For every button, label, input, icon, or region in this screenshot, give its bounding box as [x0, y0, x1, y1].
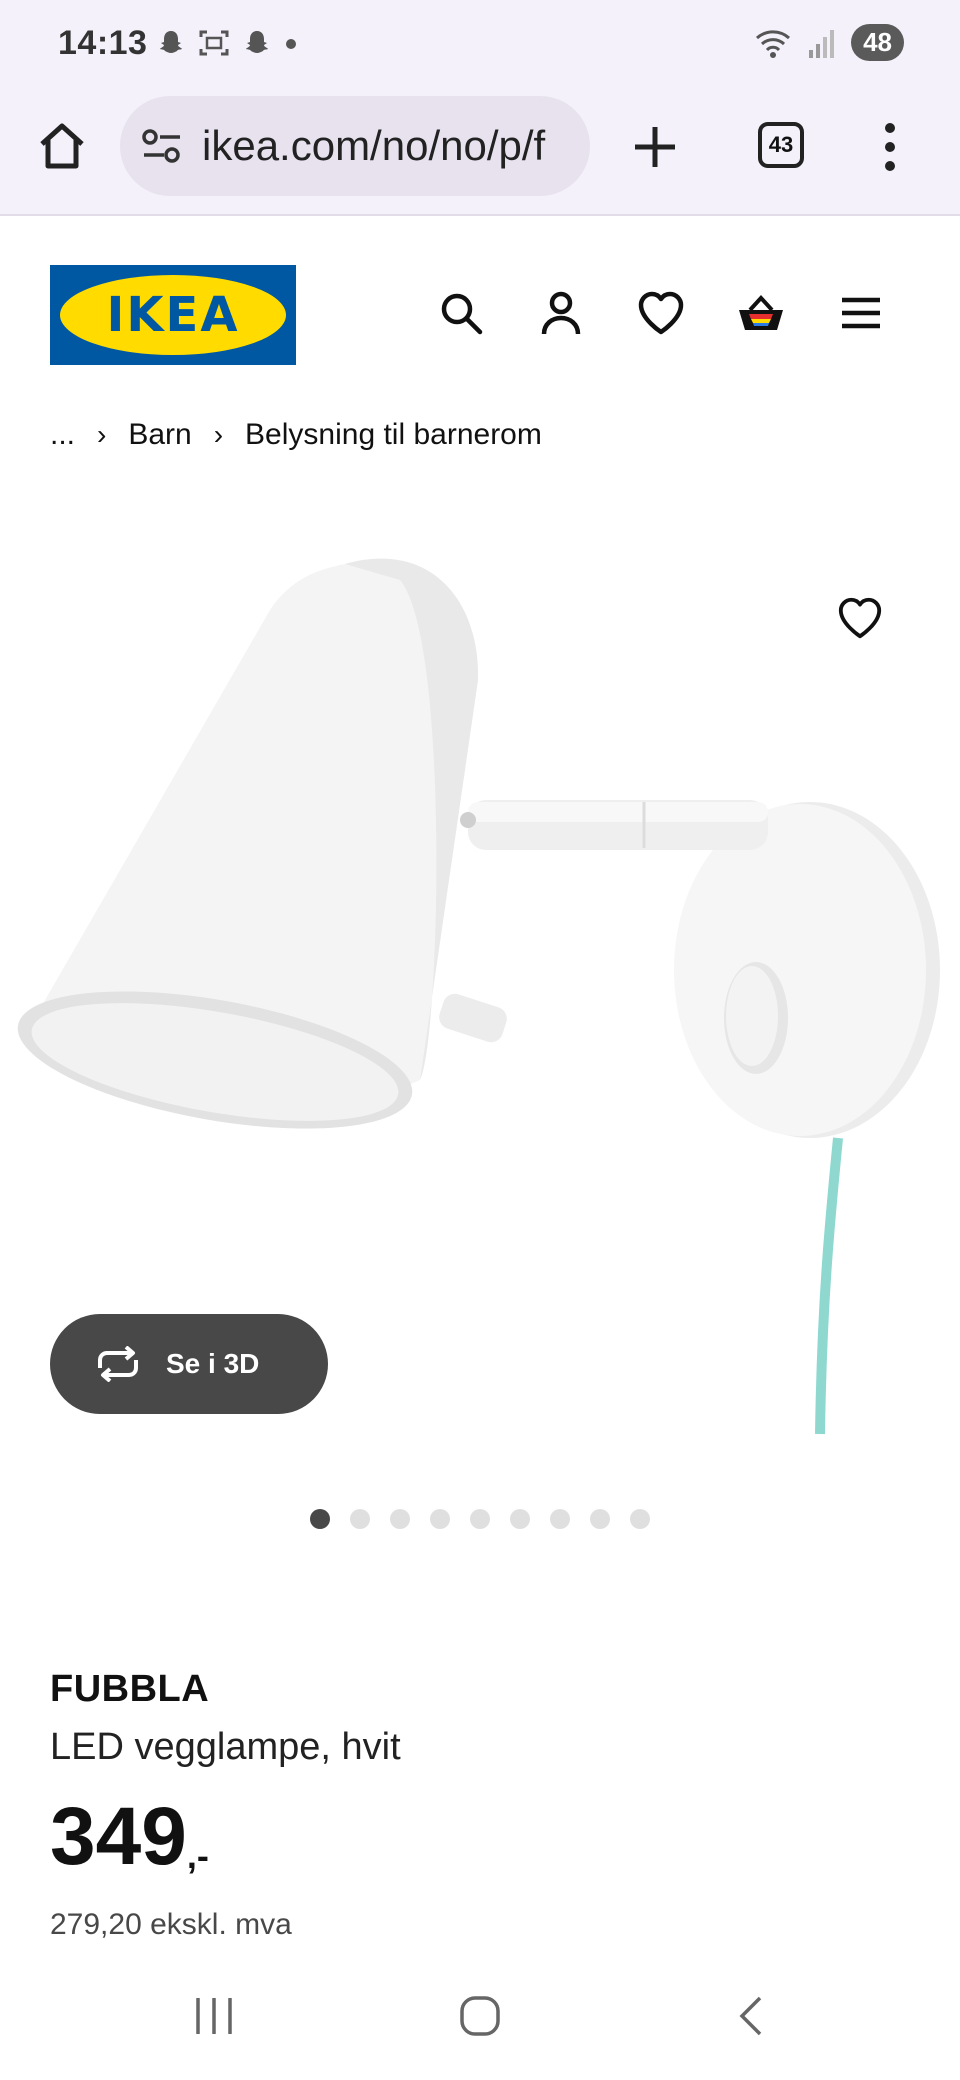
- breadcrumb-item-barn[interactable]: Barn: [128, 418, 191, 452]
- snapchat-icon: [246, 31, 268, 53]
- battery-indicator: 48: [851, 24, 904, 61]
- carousel-dot[interactable]: [550, 1509, 570, 1529]
- home-button-icon[interactable]: [458, 1994, 502, 2038]
- heart-icon[interactable]: [636, 288, 686, 338]
- snapchat-icon: [160, 31, 182, 53]
- ikea-logo[interactable]: IKEA: [50, 265, 296, 365]
- view-in-3d-button[interactable]: Se i 3D: [50, 1314, 328, 1414]
- status-time: 14:13: [58, 24, 148, 62]
- address-bar[interactable]: ikea.com/no/no/p/f: [120, 96, 590, 196]
- carousel-dot[interactable]: [350, 1509, 370, 1529]
- breadcrumb-item-belysning[interactable]: Belysning til barnerom: [245, 418, 542, 452]
- price-suffix: ,-: [186, 1835, 209, 1876]
- browser-toolbar: ikea.com/no/no/p/f 43: [0, 92, 960, 216]
- product-name: FUBBLA: [50, 1668, 210, 1710]
- carousel-dot[interactable]: [310, 1509, 330, 1529]
- carousel-dot[interactable]: [470, 1509, 490, 1529]
- product-price: 349 ,-: [50, 1796, 209, 1878]
- price-excluding-vat: 279,20 ekskl. mva: [50, 1908, 292, 1941]
- notification-icons: [156, 28, 298, 58]
- chevron-right-icon: ›: [213, 419, 224, 450]
- search-icon[interactable]: [436, 288, 486, 338]
- wifi-icon: [756, 29, 791, 58]
- profile-icon[interactable]: [536, 288, 586, 338]
- url-text: ikea.com/no/no/p/f: [202, 122, 546, 169]
- chevron-right-icon: ›: [97, 419, 107, 450]
- system-icons: 48: [753, 24, 904, 61]
- screenshot-icon: [199, 30, 229, 56]
- view-in-3d-label: Se i 3D: [166, 1348, 260, 1379]
- price-amount: 349: [50, 1791, 187, 1882]
- more-options-icon[interactable]: [880, 120, 900, 174]
- recent-apps-icon[interactable]: [192, 1994, 236, 2038]
- carousel-dot[interactable]: [390, 1509, 410, 1529]
- logo-wordmark: IKEA: [106, 287, 240, 343]
- breadcrumb-ellipsis[interactable]: ...: [50, 418, 75, 452]
- dot-icon: [286, 39, 296, 49]
- product-image[interactable]: [0, 520, 960, 1440]
- rotate-3d-icon: [98, 1346, 138, 1382]
- carousel-dot[interactable]: [630, 1509, 650, 1529]
- menu-icon[interactable]: [836, 288, 886, 338]
- new-tab-icon[interactable]: [630, 122, 680, 172]
- breadcrumb: ... › Barn › Belysning til barnerom: [50, 418, 542, 452]
- home-icon[interactable]: [34, 118, 90, 174]
- tab-switcher-button[interactable]: 43: [758, 122, 804, 168]
- carousel-dot[interactable]: [590, 1509, 610, 1529]
- status-bar: 14:13 48: [0, 0, 960, 92]
- site-settings-icon[interactable]: [140, 126, 184, 166]
- product-description: LED vegglampe, hvit: [50, 1726, 401, 1768]
- carousel-dot[interactable]: [430, 1509, 450, 1529]
- back-icon[interactable]: [730, 1994, 774, 2038]
- basket-icon[interactable]: [736, 288, 786, 338]
- signal-icon: [809, 29, 835, 58]
- carousel-dot[interactable]: [510, 1509, 530, 1529]
- add-to-favourites-icon[interactable]: [836, 594, 884, 642]
- system-navigation-bar: [0, 1960, 960, 2080]
- image-carousel-dots: [310, 1509, 650, 1529]
